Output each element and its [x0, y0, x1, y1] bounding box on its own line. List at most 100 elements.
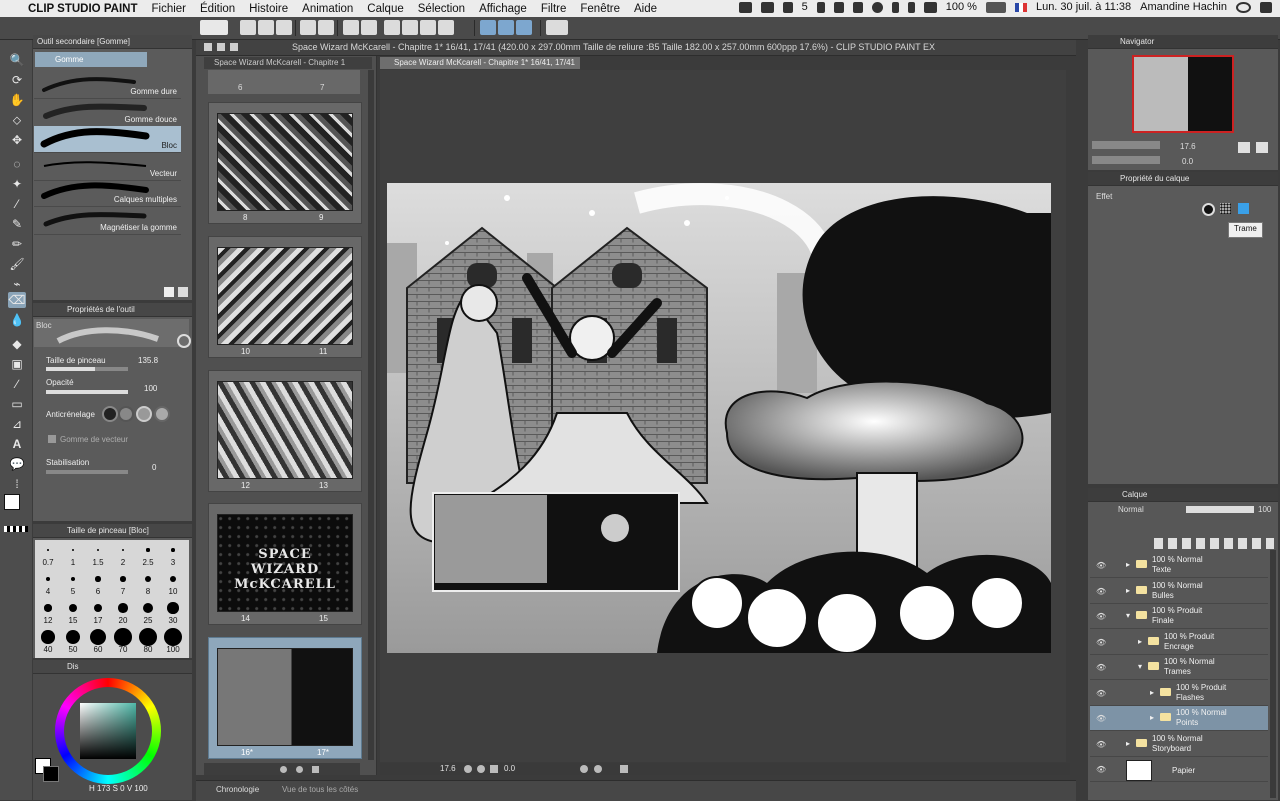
stabilization-value[interactable]: 0 — [152, 463, 156, 472]
layer-opacity-slider[interactable] — [1186, 506, 1254, 513]
layer-row[interactable]: 👁 ▸ 100 % Normal Bulles — [1090, 579, 1268, 604]
navigator-zoom-slider[interactable] — [1092, 141, 1160, 149]
stabilization-slider[interactable] — [46, 470, 128, 474]
save-icon[interactable] — [276, 20, 292, 35]
clear-icon[interactable] — [343, 20, 359, 35]
search-icon[interactable] — [1236, 1, 1251, 13]
chevron-icon[interactable]: ▸ — [1126, 739, 1130, 748]
reset-rotation-icon[interactable] — [620, 765, 628, 773]
clip-studio-icon[interactable] — [200, 20, 228, 35]
page-spread-14-15[interactable]: SPACE WIZARD McKCARELL 14 15 — [208, 503, 362, 625]
stabilization-row[interactable]: Stabilisation 0 — [34, 458, 181, 484]
layer-row[interactable]: 👁 ▾ 100 % Normal Trames — [1090, 655, 1268, 680]
color-effect-icon[interactable] — [1238, 203, 1249, 214]
grid-snap-icon[interactable] — [516, 20, 532, 35]
page-manager-tab[interactable]: Space Wizard McKcarell - Chapitre 1 — [204, 57, 372, 69]
canvas-area[interactable] — [380, 70, 1066, 762]
brush-gomme-douce[interactable]: Gomme douce — [34, 100, 181, 127]
eye-icon[interactable]: 👁 — [1096, 612, 1106, 621]
frame-tool-icon[interactable]: ▭ — [8, 396, 26, 412]
brush-size-option[interactable]: 1.5 — [86, 542, 110, 567]
time-machine-icon[interactable] — [871, 1, 883, 13]
auto-select-icon[interactable]: ✦ — [8, 176, 26, 192]
brush-size-option[interactable]: 6 — [86, 571, 110, 596]
fill-icon[interactable] — [361, 20, 377, 35]
menu-calque[interactable]: Calque — [367, 3, 403, 15]
brush-size-option[interactable]: 8 — [136, 571, 160, 596]
brush-size-value[interactable]: 135.8 — [138, 356, 158, 365]
minimize-window-icon[interactable] — [217, 43, 225, 51]
brush-size-slider[interactable] — [46, 367, 128, 371]
antialias-medium-icon[interactable] — [136, 406, 152, 422]
brush-size-option[interactable]: 10 — [161, 571, 185, 596]
operation-tool-icon[interactable]: ⬦ — [8, 112, 26, 128]
figure-tool-icon[interactable]: ∕ — [8, 376, 26, 392]
sub-color-chip[interactable] — [43, 766, 59, 782]
layer-row[interactable]: 👁 ▾ 100 % Produit Finale — [1090, 604, 1268, 629]
text-tool-icon[interactable]: A — [8, 436, 26, 452]
rotate-right-icon[interactable] — [594, 765, 602, 773]
gradient-tool-icon[interactable]: ▣ — [8, 356, 26, 372]
new-file-icon[interactable] — [240, 20, 256, 35]
brush-icon[interactable]: 🖌 — [8, 256, 26, 272]
transparent-color-swatch[interactable] — [4, 526, 28, 532]
brush-calques-multiples[interactable]: Calques multiples — [34, 180, 181, 207]
brush-size-option[interactable]: 80 — [136, 628, 160, 654]
power-icon[interactable] — [891, 1, 899, 13]
brush-size-option[interactable]: 12 — [36, 600, 60, 625]
blend-mode-select[interactable]: Normal — [1118, 505, 1144, 514]
layer-scrollbar[interactable] — [1270, 550, 1276, 798]
eye-icon[interactable]: 👁 — [1096, 638, 1106, 647]
delete-subtool-icon[interactable] — [178, 287, 188, 297]
pen-icon[interactable]: ✎ — [8, 216, 26, 232]
page-spread-8-9[interactable]: 8 9 — [208, 102, 362, 224]
menu-histoire[interactable]: Histoire — [249, 3, 288, 15]
eyedropper-icon[interactable]: ⁄ — [8, 196, 26, 212]
menu-animation[interactable]: Animation — [302, 3, 353, 15]
brush-size-option[interactable]: 30 — [161, 600, 185, 625]
selection-tool-icon[interactable]: ◌ — [8, 156, 26, 172]
fit-icon[interactable] — [490, 765, 498, 773]
add-subtool-icon[interactable] — [164, 287, 174, 297]
list-icon[interactable] — [1260, 1, 1272, 13]
navigator-preview[interactable] — [1132, 55, 1234, 133]
deselect-icon[interactable] — [402, 20, 418, 35]
chevron-icon[interactable]: ▾ — [1126, 611, 1130, 620]
page-spread-16-17[interactable]: 16* 17* — [208, 637, 362, 759]
menu-edition[interactable]: Édition — [200, 3, 235, 15]
tab-timeline[interactable]: Chronologie — [216, 785, 259, 794]
eye-icon[interactable]: 👁 — [1096, 765, 1106, 774]
search-icon[interactable] — [177, 334, 191, 348]
navigator-angle-slider[interactable] — [1092, 156, 1160, 164]
brush-size-option[interactable]: 20 — [111, 600, 135, 625]
border-effect-icon[interactable] — [1202, 203, 1215, 216]
page-6-7-strip[interactable]: 6 7 — [208, 70, 360, 94]
antialias-none-icon[interactable] — [102, 406, 118, 422]
app-name[interactable]: CLIP STUDIO PAINT — [28, 3, 137, 15]
flip-vertical-icon[interactable] — [1256, 142, 1268, 153]
pencil-icon[interactable]: ✏ — [8, 236, 26, 252]
redo-icon[interactable] — [318, 20, 334, 35]
brush-size-option[interactable]: 100 — [161, 628, 185, 654]
brush-size-option[interactable]: 1 — [61, 542, 85, 567]
layer-row[interactable]: 👁 ▸ 100 % Produit Flashes — [1090, 681, 1268, 706]
brush-size-option[interactable]: 3 — [161, 542, 185, 567]
layer-row[interactable]: 👁 ▸ 100 % Normal Storyboard — [1090, 732, 1268, 757]
bluetooth-icon[interactable] — [907, 1, 915, 13]
undo-icon[interactable] — [300, 20, 316, 35]
rotate-tool-icon[interactable]: ⟳ — [8, 72, 26, 88]
antialias-strong-icon[interactable] — [154, 406, 170, 422]
tab-all-sides-view[interactable]: Vue de tous les côtés — [282, 785, 358, 794]
layer-row[interactable]: 👁 ▸ 100 % Produit Encrage — [1090, 630, 1268, 655]
zoom-tool-icon[interactable]: 🔍 — [8, 52, 26, 68]
brush-size-option[interactable]: 2.5 — [136, 542, 160, 567]
menu-aide[interactable]: Aide — [634, 3, 657, 15]
brush-gomme-dure[interactable]: Gomme dure — [34, 72, 181, 99]
fill-tool-icon[interactable]: ◆ — [8, 336, 26, 352]
chevron-icon[interactable]: ▸ — [1150, 713, 1154, 722]
navigator-angle[interactable]: 0.0 — [1182, 157, 1193, 166]
page-settings-icon[interactable] — [312, 766, 319, 773]
chevron-icon[interactable]: ▸ — [1138, 637, 1142, 646]
brush-size-option[interactable]: 25 — [136, 600, 160, 625]
menu-filtre[interactable]: Filtre — [541, 3, 567, 15]
